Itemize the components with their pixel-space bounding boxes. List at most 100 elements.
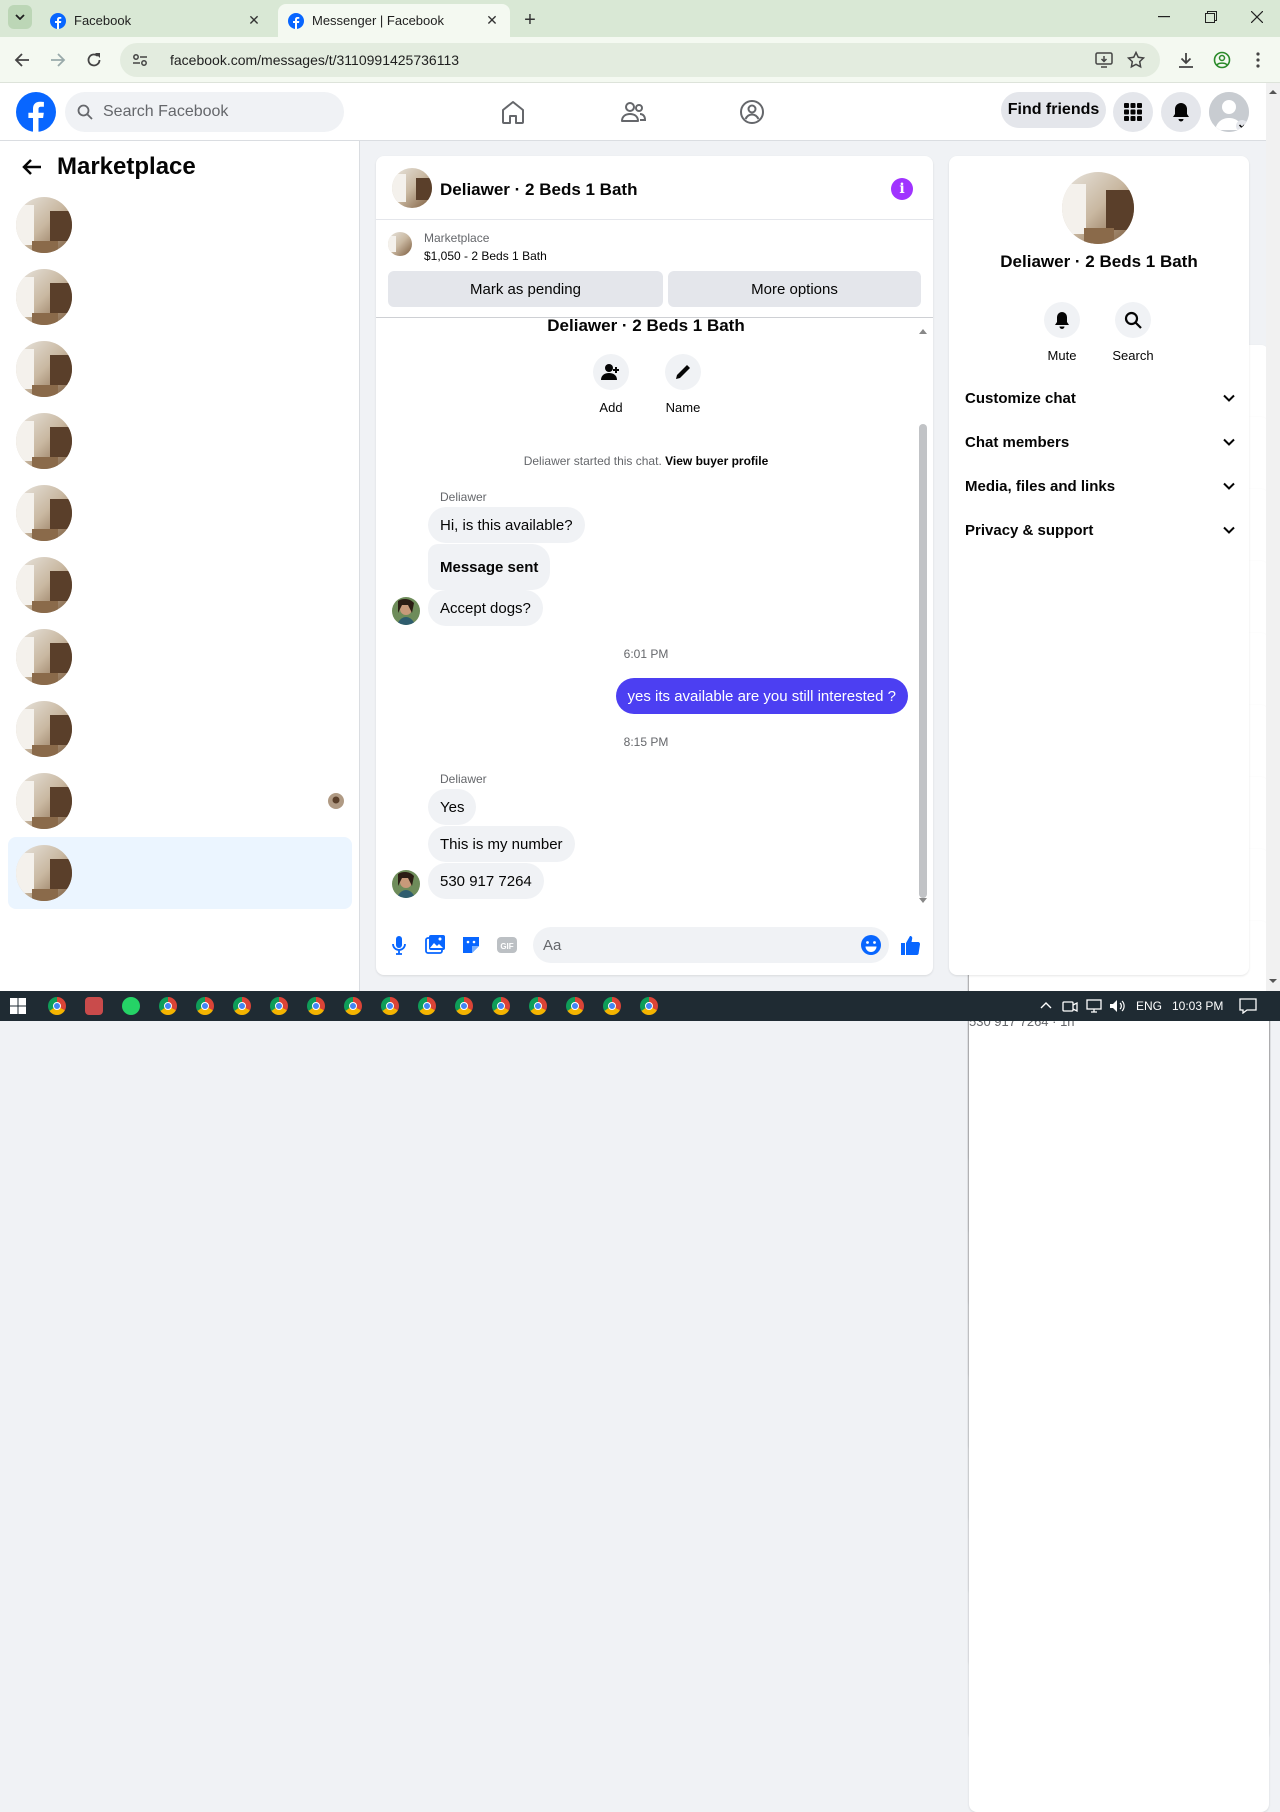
add-people-button[interactable]: Add xyxy=(581,354,641,415)
restore-button[interactable] xyxy=(1188,0,1234,34)
taskbar-chrome-icon[interactable] xyxy=(529,997,547,1015)
taskbar-chrome-icon[interactable] xyxy=(492,997,510,1015)
minimize-button[interactable] xyxy=(1141,0,1187,34)
taskbar-chrome-icon[interactable] xyxy=(48,997,66,1015)
conversation-row[interactable]: Destinee · 2 Beds 1 BathYou: ? · 15m xyxy=(8,405,1269,1380)
taskbar-chrome-icon[interactable] xyxy=(270,997,288,1015)
reload-button[interactable] xyxy=(80,46,108,74)
browser-menu-button[interactable] xyxy=(1244,46,1272,74)
sticker-icon[interactable] xyxy=(460,934,482,956)
incoming-message[interactable]: Message sent xyxy=(428,544,551,590)
friends-icon[interactable] xyxy=(620,99,646,125)
emoji-icon[interactable] xyxy=(860,934,882,956)
forward-button[interactable] xyxy=(44,46,72,74)
taskbar-chrome-icon[interactable] xyxy=(640,997,658,1015)
incoming-message[interactable]: Hi, is this available? xyxy=(428,507,585,543)
gif-icon[interactable]: GIF xyxy=(496,934,518,956)
info-icon[interactable]: i xyxy=(891,178,913,200)
conversation-row[interactable]: Michelle · 2 Beds 1 BathYou: · 1h xyxy=(8,765,1269,1740)
taskbar-chrome-icon[interactable] xyxy=(418,997,436,1015)
site-info-icon[interactable] xyxy=(132,52,152,68)
listing-thumbnail[interactable] xyxy=(388,232,412,256)
chat-scrollbar-thumb[interactable] xyxy=(919,424,927,898)
incoming-message[interactable]: Accept dogs? xyxy=(428,590,543,626)
find-friends-button[interactable]: Find friends xyxy=(1001,92,1106,128)
tab-search-button[interactable] xyxy=(8,5,32,29)
sender-avatar[interactable] xyxy=(392,870,420,898)
groups-icon[interactable] xyxy=(739,99,765,125)
edit-name-button[interactable]: Name xyxy=(653,354,713,415)
conversation-row[interactable]: Summer · 2 Beds 1 BathYou: ? · 14m xyxy=(8,261,1269,1236)
facebook-logo-icon[interactable] xyxy=(16,92,56,132)
conversation-row[interactable]: Amanda · 2 Beds 1 BathYou: ? · 1h xyxy=(8,621,1269,1596)
back-button[interactable] xyxy=(8,46,36,74)
info-avatar[interactable] xyxy=(1062,172,1134,244)
taskbar-chrome-icon[interactable] xyxy=(455,997,473,1015)
taskbar-chrome-icon[interactable] xyxy=(603,997,621,1015)
taskbar-clock[interactable]: 10:03 PM xyxy=(1172,999,1223,1013)
view-buyer-profile-link[interactable]: View buyer profile xyxy=(665,454,768,468)
incoming-message[interactable]: Yes xyxy=(428,789,477,825)
new-tab-button[interactable]: + xyxy=(518,8,542,32)
chevron-up-icon[interactable] xyxy=(1040,1001,1052,1009)
volume-icon[interactable] xyxy=(1109,998,1125,1014)
incoming-message[interactable]: This is my number xyxy=(428,826,575,862)
sidebar-title: Marketplace xyxy=(57,153,196,180)
taskbar-chrome-icon[interactable] xyxy=(307,997,325,1015)
taskbar-chrome-icon[interactable] xyxy=(566,997,584,1015)
page-scrollbar[interactable] xyxy=(1266,83,1280,991)
more-options-button[interactable]: More options xyxy=(668,271,921,307)
outgoing-message[interactable]: yes its available are you still interest… xyxy=(615,678,908,714)
home-icon[interactable] xyxy=(500,99,526,125)
close-tab-icon[interactable]: ✕ xyxy=(484,12,500,29)
conversation-row[interactable]: Hades · 2 Beds 1 BathYou: ok · 57m xyxy=(8,549,1269,1524)
close-tab-icon[interactable]: ✕ xyxy=(246,12,262,29)
search-facebook-input[interactable]: Search Facebook xyxy=(65,92,344,132)
notifications-button[interactable] xyxy=(1161,92,1201,132)
conversation-row[interactable]: Deliawer · 2 Beds 1 Bath530 917 7264 · 1… xyxy=(8,837,1269,1812)
language-indicator[interactable]: ENG xyxy=(1136,999,1162,1013)
account-avatar[interactable] xyxy=(1209,92,1249,132)
browser-tab-messenger[interactable]: Messenger | Facebook ✕ xyxy=(278,4,510,37)
meet-now-icon[interactable] xyxy=(1062,998,1078,1014)
section-chat-members[interactable]: Chat members xyxy=(965,422,1235,462)
browser-tab-facebook[interactable]: Facebook ✕ xyxy=(40,4,272,37)
close-window-button[interactable] xyxy=(1234,0,1280,34)
profile-button[interactable] xyxy=(1208,46,1236,74)
taskbar-chrome-icon[interactable] xyxy=(196,997,214,1015)
listing-price-title[interactable]: $1,050 - 2 Beds 1 Bath xyxy=(424,249,547,263)
incoming-message[interactable]: 530 917 7264 xyxy=(428,863,544,899)
photo-icon[interactable] xyxy=(424,934,446,956)
menu-button[interactable] xyxy=(1113,92,1153,132)
network-icon[interactable] xyxy=(1086,998,1102,1014)
taskbar-chrome-icon[interactable] xyxy=(381,997,399,1015)
taskbar-chrome-icon[interactable] xyxy=(233,997,251,1015)
taskbar-whatsapp-icon[interactable] xyxy=(122,997,140,1015)
section-media-files-links[interactable]: Media, files and links xyxy=(965,466,1235,506)
bookmark-star-icon[interactable] xyxy=(1127,51,1145,69)
taskbar-chrome-icon[interactable] xyxy=(159,997,177,1015)
taskbar-app-icon[interactable] xyxy=(85,997,103,1015)
notifications-center-icon[interactable] xyxy=(1239,998,1257,1014)
search-in-conversation-button[interactable]: Search xyxy=(1103,302,1163,363)
chat-title[interactable]: Deliawer · 2 Beds 1 Bath xyxy=(440,180,637,200)
address-bar[interactable]: facebook.com/messages/t/3110991425736113 xyxy=(120,43,1160,77)
install-app-icon[interactable] xyxy=(1095,51,1113,69)
conversation-row[interactable]: Tammy · 2 Beds 1 BathYou: Are you intere… xyxy=(8,333,1269,1308)
mark-as-pending-button[interactable]: Mark as pending xyxy=(388,271,663,307)
windows-start-icon[interactable] xyxy=(10,998,26,1014)
section-privacy-support[interactable]: Privacy & support xyxy=(965,510,1235,550)
conversation-row[interactable]: Ross · 2 Beds 1 BathYou: ? · 1h xyxy=(8,693,1269,1668)
microphone-icon[interactable] xyxy=(388,934,410,956)
chat-avatar[interactable] xyxy=(392,168,432,208)
message-input[interactable]: Aa xyxy=(533,927,889,963)
back-arrow-icon[interactable] xyxy=(20,155,44,179)
conversation-row[interactable]: Mark · 2 Beds 1 BathYou: ? · 15m xyxy=(8,477,1269,1452)
conversation-row[interactable]: Rojas · 2 Beds 1 BathYou: Yes Its Still … xyxy=(8,189,1269,1164)
sender-avatar[interactable] xyxy=(392,597,420,625)
downloads-button[interactable] xyxy=(1172,46,1200,74)
thumbs-up-icon[interactable] xyxy=(899,934,921,956)
mute-button[interactable]: Mute xyxy=(1032,302,1092,363)
taskbar-chrome-icon[interactable] xyxy=(344,997,362,1015)
section-customize-chat[interactable]: Customize chat xyxy=(965,378,1235,418)
